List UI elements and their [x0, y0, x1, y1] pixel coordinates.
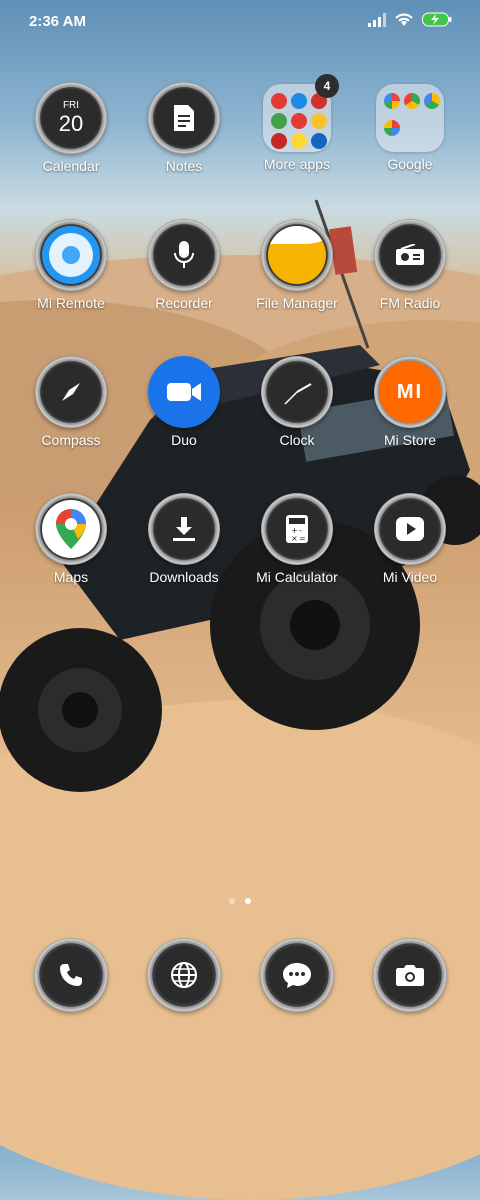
page-dot[interactable]	[229, 898, 235, 904]
folder-more-apps[interactable]: 4 More apps	[241, 74, 353, 172]
page-indicator	[0, 898, 480, 904]
app-label: Duo	[171, 432, 197, 448]
battery-charging-icon	[422, 12, 452, 27]
calendar-date: 20	[58, 110, 84, 136]
mi-logo-icon: MI	[379, 361, 441, 423]
app-label: FM Radio	[379, 295, 441, 311]
app-duo[interactable]: Duo	[128, 356, 240, 448]
app-mi-video[interactable]: Mi Video	[354, 493, 466, 585]
mi-logo-text: MI	[396, 380, 424, 403]
app-clock[interactable]: Clock	[241, 356, 353, 448]
app-calendar[interactable]: FRI 20 Calendar	[15, 82, 127, 174]
dock-browser[interactable]	[144, 938, 224, 1018]
remote-icon	[42, 226, 100, 284]
app-label: Recorder	[155, 295, 213, 311]
app-label: Downloads	[149, 569, 219, 585]
app-label: Mi Store	[383, 432, 437, 448]
app-downloads[interactable]: Downloads	[128, 493, 240, 585]
app-label: Mi Remote	[37, 295, 105, 311]
svg-text:×: ×	[291, 534, 298, 543]
dock-camera[interactable]	[370, 938, 450, 1018]
notes-icon	[155, 89, 213, 147]
folder-icon: 4	[263, 74, 339, 152]
play-icon	[381, 500, 439, 558]
dock-messages[interactable]	[257, 938, 337, 1018]
compass-icon	[42, 363, 100, 421]
calendar-day: FRI	[62, 99, 80, 111]
chat-icon	[268, 946, 326, 1004]
app-label: Google	[387, 156, 433, 172]
svg-text:=: =	[299, 534, 306, 543]
app-notes[interactable]: Notes	[128, 82, 240, 174]
folder-google[interactable]: Google	[354, 82, 466, 172]
microphone-icon	[155, 226, 213, 284]
app-label: Notes	[165, 158, 203, 174]
calculator-icon: + - × =	[268, 500, 326, 558]
app-label: Mi Video	[382, 569, 438, 585]
app-fm-radio[interactable]: FM Radio	[354, 219, 466, 311]
app-label: Mi Calculator	[256, 569, 338, 585]
app-label: Calendar	[42, 158, 100, 174]
status-time: 2:36 AM	[29, 13, 86, 30]
globe-icon	[155, 946, 213, 1004]
map-pin-icon	[42, 500, 100, 558]
app-label: File Manager	[256, 295, 338, 311]
signal-icon	[368, 12, 386, 27]
app-compass[interactable]: Compass	[15, 356, 127, 448]
download-icon	[155, 500, 213, 558]
folder-yellow-icon	[268, 226, 326, 284]
app-maps[interactable]: Maps	[15, 493, 127, 585]
status-bar: 2:36 AM	[0, 0, 480, 44]
app-mi-calculator[interactable]: + - × = Mi Calculator	[241, 493, 353, 585]
page-dot-active[interactable]	[245, 898, 251, 904]
dock-phone[interactable]	[31, 938, 111, 1018]
video-camera-icon	[155, 363, 213, 421]
folder-icon	[376, 84, 444, 152]
app-file-manager[interactable]: File Manager	[241, 219, 353, 311]
phone-icon	[42, 946, 100, 1004]
app-label: Clock	[279, 432, 315, 448]
wifi-icon	[395, 13, 413, 26]
app-mi-remote[interactable]: Mi Remote	[15, 219, 127, 311]
calendar-icon: FRI 20	[42, 89, 100, 147]
clock-icon	[268, 363, 326, 421]
app-label: Maps	[53, 569, 89, 585]
camera-icon	[381, 946, 439, 1004]
app-label: More apps	[263, 156, 331, 172]
app-mi-store[interactable]: MI Mi Store	[354, 356, 466, 448]
app-label: Compass	[41, 432, 101, 448]
notification-badge: 4	[315, 74, 339, 98]
app-recorder[interactable]: Recorder	[128, 219, 240, 311]
radio-icon	[381, 226, 439, 284]
